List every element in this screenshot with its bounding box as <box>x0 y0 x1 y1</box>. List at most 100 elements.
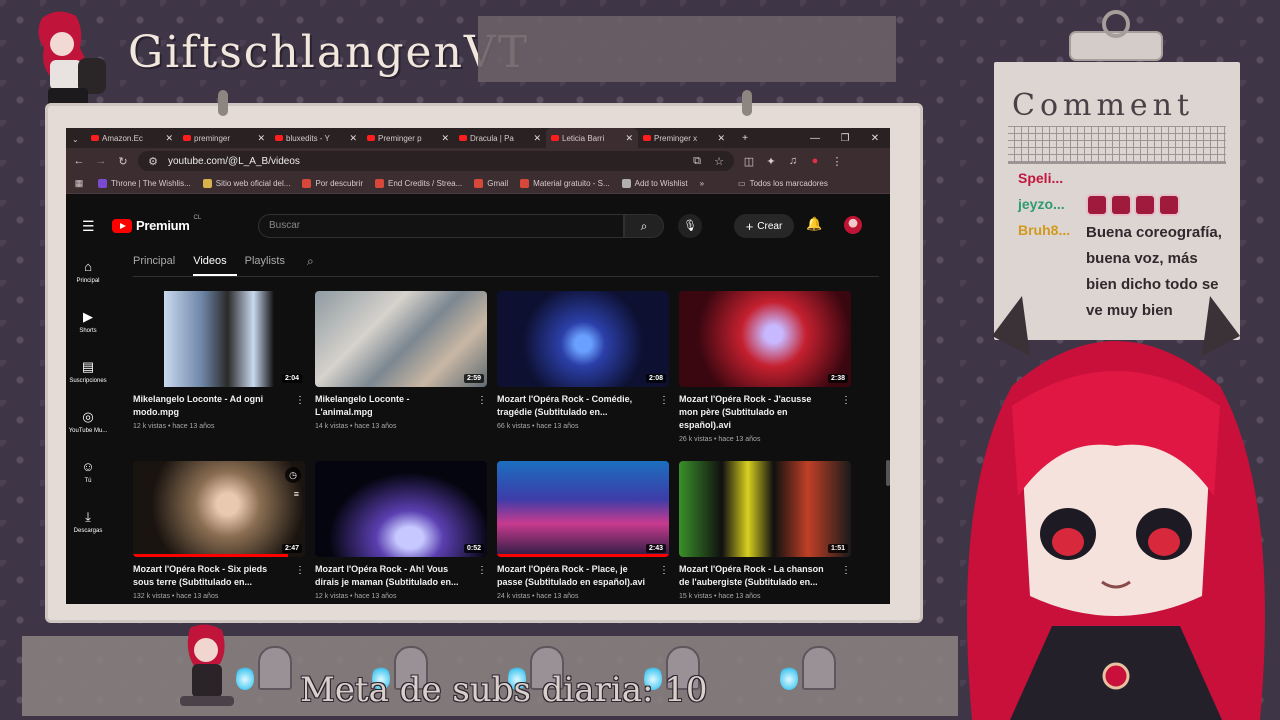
bookmark-item[interactable]: Throne | The Wishlis... <box>98 179 191 188</box>
video-thumbnail[interactable]: 2:43 <box>497 461 669 557</box>
video-card[interactable]: 1:51 Mozart l'Opéra Rock - La chanson de … <box>679 461 851 600</box>
browser-tab[interactable]: Leticia Barri ✕ <box>546 128 638 148</box>
close-tab-icon[interactable]: ✕ <box>533 133 541 144</box>
account-avatar[interactable] <box>844 216 862 234</box>
sidebar-item-subscriptions[interactable]: ▤ Suscripciones <box>66 346 110 396</box>
more-options-icon[interactable]: ⋮ <box>295 565 305 576</box>
tab-search-icon[interactable]: ⌄ <box>66 129 86 147</box>
close-tab-icon[interactable]: ✕ <box>717 133 725 144</box>
search-button[interactable]: ⌕ <box>624 214 664 238</box>
back-icon[interactable]: ← <box>72 155 86 167</box>
more-options-icon[interactable]: ⋮ <box>477 565 487 576</box>
extensions-icon[interactable]: ✦ <box>764 155 778 168</box>
browser-tab[interactable]: preminger ✕ <box>178 128 270 148</box>
tab-principal[interactable]: Principal <box>133 246 185 276</box>
more-options-icon[interactable]: ⋮ <box>659 565 669 576</box>
video-title[interactable]: Mozart l'Opéra Rock - Comédie, tragédie … <box>497 393 647 419</box>
install-app-icon[interactable]: ⧉ <box>690 155 704 168</box>
browser-tab[interactable]: bluxedits - Y ✕ <box>270 128 362 148</box>
channel-search-icon[interactable]: ⌕ <box>307 246 314 276</box>
video-meta: 66 k vistas • hace 13 años <box>497 423 579 430</box>
bookmark-item[interactable]: Add to Wishlist <box>621 179 688 188</box>
youtube-favicon-icon <box>91 135 99 141</box>
video-thumbnail[interactable]: 1:51 <box>679 461 851 557</box>
youtube-favicon-icon <box>643 135 651 141</box>
video-title[interactable]: Mikelangelo Loconte - Ad ogni modo.mpg <box>133 393 283 419</box>
video-thumbnail[interactable]: 2:47 ◷ ≡ <box>133 461 305 557</box>
video-card[interactable]: 2:08 Mozart l'Opéra Rock - Comédie, tragé… <box>497 291 669 430</box>
video-card[interactable]: 2:04 Mikelangelo Loconte - Ad ogni modo.m… <box>133 291 305 430</box>
video-meta: 14 k vistas • hace 13 años <box>315 423 397 430</box>
search-input[interactable]: Buscar <box>258 214 624 238</box>
tab-videos[interactable]: Videos <box>193 246 237 276</box>
close-tab-icon[interactable]: ✕ <box>257 133 265 144</box>
menu-icon[interactable]: ⋮ <box>830 155 844 168</box>
bookmark-item[interactable]: Material gratuito - S... <box>520 179 610 188</box>
bookmark-item[interactable]: Gmail <box>474 179 508 188</box>
video-card[interactable]: 2:43 Mozart l'Opéra Rock - Place, je pass… <box>497 461 669 600</box>
close-window-icon[interactable]: ✕ <box>860 133 890 144</box>
site-info-icon[interactable]: ⚙ <box>146 155 160 168</box>
video-card[interactable]: 0:52 Mozart l'Opéra Rock - Ah! Vous dirai… <box>315 461 487 600</box>
tab-playlists[interactable]: Playlists <box>245 246 295 276</box>
close-tab-icon[interactable]: ✕ <box>625 133 633 144</box>
browser-tab[interactable]: Preminger p ✕ <box>362 128 454 148</box>
bookmark-item[interactable]: Sitio web oficial del... <box>202 179 290 188</box>
video-card[interactable]: 2:47 ◷ ≡ Mozart l'Opéra Rock - Six pieds so… <box>133 461 305 600</box>
watch-later-icon[interactable]: ◷ <box>285 467 301 483</box>
close-tab-icon[interactable]: ✕ <box>441 133 449 144</box>
video-thumbnail[interactable]: 2:08 <box>497 291 669 387</box>
video-thumbnail[interactable]: 2:59 <box>315 291 487 387</box>
maximize-icon[interactable]: ❐ <box>830 133 860 144</box>
sidebar-item-downloads[interactable]: ⤓ Descargas <box>66 496 110 546</box>
video-thumbnail[interactable]: 2:38 <box>679 291 851 387</box>
apps-icon[interactable]: ▦ <box>72 178 86 189</box>
screenshot-icon[interactable]: ◫ <box>742 155 756 168</box>
profile-icon[interactable]: ● <box>808 155 822 167</box>
voice-search-button[interactable]: 🎙 <box>678 214 702 238</box>
video-thumbnail[interactable]: 0:52 <box>315 461 487 557</box>
more-options-icon[interactable]: ⋮ <box>659 395 669 406</box>
notifications-bell-icon[interactable]: 🔔 <box>806 216 822 232</box>
video-title[interactable]: Mozart l'Opéra Rock - La chanson de l'au… <box>679 563 829 589</box>
bookmark-star-icon[interactable]: ☆ <box>712 155 726 168</box>
scrollbar-thumb[interactable] <box>886 460 890 486</box>
more-options-icon[interactable]: ⋮ <box>841 395 851 406</box>
new-tab-button[interactable]: + <box>730 133 760 144</box>
video-title[interactable]: Mozart l'Opéra Rock - J'acusse mon père … <box>679 393 829 432</box>
sidebar-item-you[interactable]: ☺ Tú <box>66 446 110 496</box>
video-title[interactable]: Mozart l'Opéra Rock - Six pieds sous ter… <box>133 563 283 589</box>
omnibox[interactable]: ⚙ youtube.com/@L_A_B/videos ⧉ ☆ <box>138 151 734 171</box>
browser-tab[interactable]: Dracula | Pa ✕ <box>454 128 546 148</box>
video-title[interactable]: Mikelangelo Loconte - L'animal.mpg <box>315 393 465 419</box>
youtube-premium-logo[interactable]: Premium CL <box>112 215 201 233</box>
bookmark-item[interactable]: Por descubrir <box>302 179 363 188</box>
all-bookmarks-folder[interactable]: ▭ Todos los marcadores <box>738 179 828 188</box>
sidebar-item-youtube-music[interactable]: ◎ YouTube Mu... <box>66 396 110 446</box>
bookmarks-overflow-icon[interactable]: » <box>700 179 704 188</box>
media-icon[interactable]: ♫ <box>786 155 800 167</box>
sidebar-item-shorts[interactable]: ▶ Shorts <box>66 296 110 346</box>
browser-tab[interactable]: Preminger x ✕ <box>638 128 730 148</box>
video-card[interactable]: 2:38 Mozart l'Opéra Rock - J'acusse mon p… <box>679 291 851 443</box>
reload-icon[interactable]: ↻ <box>116 155 130 168</box>
sidebar-item-home[interactable]: ⌂ Principal <box>66 246 110 296</box>
wisp-icon <box>236 664 254 690</box>
video-thumbnail[interactable]: 2:04 <box>133 291 305 387</box>
bookmark-item[interactable]: End Credits / Strea... <box>375 179 462 188</box>
close-tab-icon[interactable]: ✕ <box>165 133 173 144</box>
video-card[interactable]: 2:59 Mikelangelo Loconte - L'animal.mpg 14… <box>315 291 487 430</box>
video-title[interactable]: Mozart l'Opéra Rock - Ah! Vous dirais je… <box>315 563 465 589</box>
add-to-queue-icon[interactable]: ≡ <box>294 489 299 499</box>
more-options-icon[interactable]: ⋮ <box>477 395 487 406</box>
hamburger-menu-icon[interactable]: ☰ <box>82 218 95 235</box>
emote-icon <box>1158 194 1180 216</box>
browser-tab[interactable]: Amazon.Ec ✕ <box>86 128 178 148</box>
create-button[interactable]: + Crear <box>734 214 794 238</box>
video-title[interactable]: Mozart l'Opéra Rock - Place, je passe (S… <box>497 563 647 589</box>
more-options-icon[interactable]: ⋮ <box>295 395 305 406</box>
close-tab-icon[interactable]: ✕ <box>349 133 357 144</box>
forward-icon[interactable]: → <box>94 155 108 167</box>
more-options-icon[interactable]: ⋮ <box>841 565 851 576</box>
minimize-icon[interactable]: — <box>800 133 830 144</box>
